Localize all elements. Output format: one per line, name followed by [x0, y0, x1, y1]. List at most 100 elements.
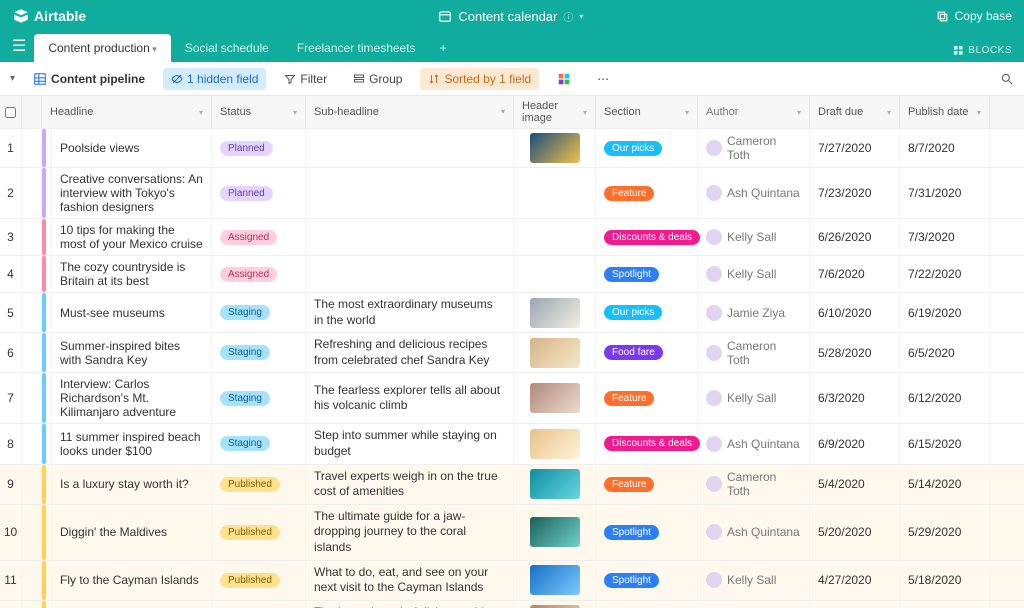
cell-section[interactable]: Spotlight	[596, 256, 698, 292]
cell-header-image[interactable]	[514, 219, 596, 255]
cell-author[interactable]: Cameron Toth	[698, 129, 810, 167]
cell-headline[interactable]: 11 summer inspired beach looks under $10…	[52, 424, 212, 463]
table-row[interactable]: 1Poolside viewsPlannedOur picksCameron T…	[0, 129, 1024, 168]
info-icon[interactable]: ⓘ	[563, 9, 573, 24]
cell-headline[interactable]: Poolside views	[52, 129, 212, 167]
cell-section[interactable]: Feature	[596, 465, 698, 504]
row-number-cell[interactable]: 6	[0, 333, 22, 372]
cell-section[interactable]: Discounts & deals	[596, 219, 698, 255]
chevron-down-icon[interactable]: ▾	[977, 108, 981, 117]
cell-draft-due[interactable]: 6/9/2020	[810, 424, 900, 463]
table-row[interactable]: 7Interview: Carlos Richardson's Mt. Kili…	[0, 373, 1024, 424]
cell-section[interactable]: Our picks	[596, 129, 698, 167]
row-expand-cell[interactable]	[22, 256, 42, 292]
search-button[interactable]	[1000, 72, 1014, 86]
image-thumbnail[interactable]	[530, 338, 580, 368]
col-author[interactable]: Author▾	[698, 96, 810, 128]
table-row[interactable]: 5Must-see museumsStagingThe most extraor…	[0, 293, 1024, 333]
cell-publish-date[interactable]: 7/22/2020	[900, 256, 990, 292]
row-number-cell[interactable]: 5	[0, 293, 22, 332]
row-expand-cell[interactable]	[22, 465, 42, 504]
image-thumbnail[interactable]	[530, 517, 580, 547]
cell-headline[interactable]: Must-see museums	[52, 293, 212, 332]
table-tab[interactable]: Freelancer timesheets	[283, 34, 430, 62]
cell-draft-due[interactable]: 7/27/2020	[810, 129, 900, 167]
image-thumbnail[interactable]	[530, 565, 580, 595]
cell-sub-headline[interactable]: The fearless explorer tells all about hi…	[306, 373, 514, 423]
cell-sub-headline[interactable]	[306, 129, 514, 167]
more-button[interactable]: ⋯	[589, 68, 617, 90]
select-all-cell[interactable]	[0, 96, 22, 128]
row-expand-cell[interactable]	[22, 168, 42, 218]
menu-icon[interactable]: ☰	[12, 36, 32, 62]
cell-draft-due[interactable]: 6/10/2020	[810, 293, 900, 332]
cell-section[interactable]: Food fare	[596, 333, 698, 372]
cell-publish-date[interactable]: 6/12/2020	[900, 373, 990, 423]
cell-sub-headline[interactable]: Refreshing and delicious recipes from ce…	[306, 333, 514, 372]
cell-headline[interactable]: Interview: Carlos Richardson's Mt. Kilim…	[52, 373, 212, 423]
cell-publish-date[interactable]: 7/31/2020	[900, 168, 990, 218]
cell-section[interactable]: Spotlight	[596, 505, 698, 560]
table-row[interactable]: 4The cozy countryside is Britain at its …	[0, 256, 1024, 293]
cell-author[interactable]: Ash Quintana	[698, 424, 810, 463]
table-row[interactable]: 310 tips for making the most of your Mex…	[0, 219, 1024, 256]
chevron-down-icon[interactable]: ▾	[293, 108, 297, 117]
cell-author[interactable]: Cameron Toth	[698, 333, 810, 372]
cell-author[interactable]: Kelly Sall	[698, 373, 810, 423]
col-header-image[interactable]: Header image▾	[514, 96, 596, 128]
chevron-down-icon[interactable]: ▾	[199, 108, 203, 117]
cell-author[interactable]: Jamie Ziya	[698, 293, 810, 332]
row-expand-cell[interactable]	[22, 293, 42, 332]
hidden-fields-button[interactable]: 1 hidden field	[163, 68, 266, 90]
table-tab[interactable]: Content production	[34, 34, 170, 62]
row-expand-cell[interactable]	[22, 601, 42, 608]
cell-header-image[interactable]	[514, 561, 596, 600]
cell-headline[interactable]: Fly to the Cayman Islands	[52, 561, 212, 600]
cell-headline[interactable]: The cozy countryside is Britain at its b…	[52, 256, 212, 292]
cell-status[interactable]: Staging	[212, 424, 306, 463]
row-number-cell[interactable]: 8	[0, 424, 22, 463]
cell-author[interactable]: Kelly Sall	[698, 256, 810, 292]
chevron-down-icon[interactable]: ▾	[685, 108, 689, 117]
cell-draft-due[interactable]: 5/28/2020	[810, 333, 900, 372]
cell-section[interactable]: Food fare	[596, 601, 698, 608]
col-publish-date[interactable]: Publish date▾	[900, 96, 990, 128]
chevron-down-icon[interactable]: ▾	[501, 107, 505, 117]
cell-publish-date[interactable]: 5/18/2020	[900, 561, 990, 600]
base-title-area[interactable]: Content calendar ⓘ ▾	[86, 9, 936, 24]
row-expand-cell[interactable]	[22, 424, 42, 463]
row-number-cell[interactable]: 3	[0, 219, 22, 255]
blocks-button[interactable]: BLOCKS	[953, 45, 1012, 62]
row-expand-cell[interactable]	[22, 505, 42, 560]
cell-author[interactable]: Kelly Sall	[698, 219, 810, 255]
table-row[interactable]: 8 11 summer inspired beach looks under $1…	[0, 424, 1024, 464]
cell-headline[interactable]: Summer-inspired bites with Sandra Key	[52, 333, 212, 372]
cell-status[interactable]: Published	[212, 601, 306, 608]
chevron-down-icon[interactable]: ▾	[797, 108, 801, 117]
cell-draft-due[interactable]: 6/3/2020	[810, 373, 900, 423]
cell-draft-due[interactable]: 4/29/2020	[810, 601, 900, 608]
select-all-checkbox[interactable]	[5, 107, 16, 118]
cell-status[interactable]: Staging	[212, 373, 306, 423]
row-expand-cell[interactable]	[22, 219, 42, 255]
cell-sub-headline[interactable]: What to do, eat, and see on your next vi…	[306, 561, 514, 600]
cell-header-image[interactable]	[514, 256, 596, 292]
cell-draft-due[interactable]: 5/20/2020	[810, 505, 900, 560]
cell-header-image[interactable]	[514, 129, 596, 167]
row-number-cell[interactable]: 1	[0, 129, 22, 167]
table-row[interactable]: 10Diggin' the MaldivesPublishedThe ultim…	[0, 505, 1024, 561]
color-button[interactable]	[549, 68, 579, 90]
cell-status[interactable]: Published	[212, 505, 306, 560]
filter-button[interactable]: Filter	[276, 68, 335, 90]
col-status[interactable]: Status▾	[212, 96, 306, 128]
cell-author[interactable]: Cameron Toth	[698, 465, 810, 504]
image-thumbnail[interactable]	[530, 383, 580, 413]
cell-publish-date[interactable]: 8/7/2020	[900, 129, 990, 167]
sort-button[interactable]: Sorted by 1 field	[420, 68, 539, 90]
row-number-cell[interactable]: 11	[0, 561, 22, 600]
cell-section[interactable]: Our picks	[596, 293, 698, 332]
table-row[interactable]: 6Summer-inspired bites with Sandra KeySt…	[0, 333, 1024, 373]
row-number-cell[interactable]: 10	[0, 505, 22, 560]
cell-author[interactable]: Kelly Sall	[698, 561, 810, 600]
cell-sub-headline[interactable]	[306, 219, 514, 255]
